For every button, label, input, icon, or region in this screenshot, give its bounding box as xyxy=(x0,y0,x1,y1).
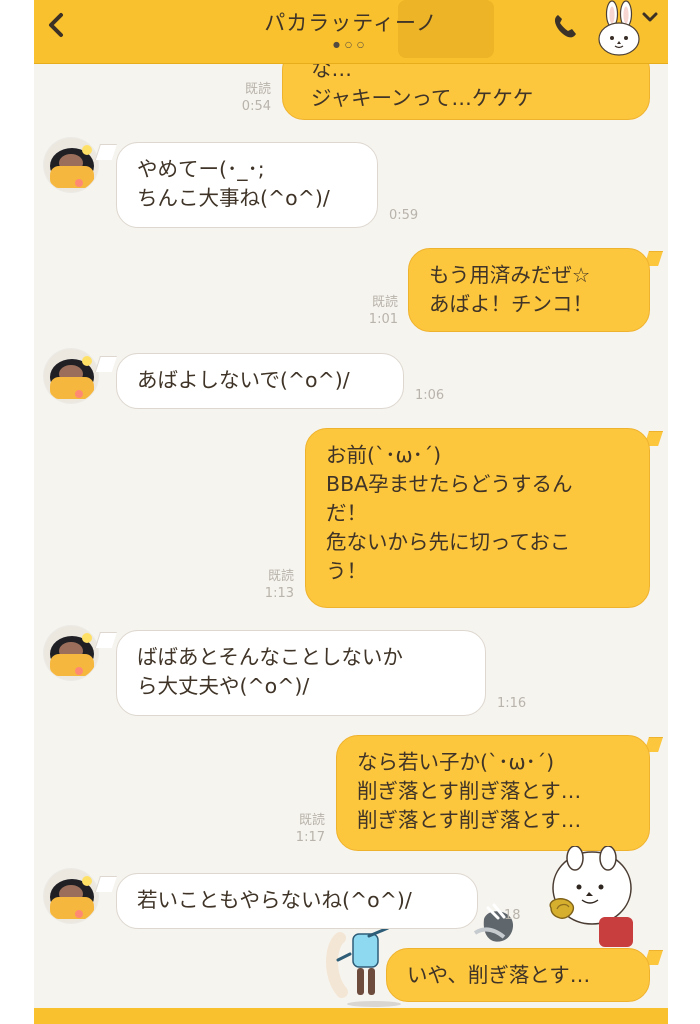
avatar-image xyxy=(44,869,98,923)
profile-avatar-button[interactable] xyxy=(594,0,644,58)
avatar-image xyxy=(44,138,98,192)
bubble-tail xyxy=(94,876,117,892)
message-line: いや、削ぎ落とす… xyxy=(407,963,591,987)
bubble-tail xyxy=(94,144,117,160)
menu-button[interactable] xyxy=(640,7,660,27)
message-time: 1:13 xyxy=(264,586,294,601)
read-status: 既読 xyxy=(371,295,398,310)
message-line: な… xyxy=(311,64,352,81)
message-time: 1:16 xyxy=(497,696,527,711)
outgoing-message: いや、削ぎ落とす… xyxy=(386,948,650,1002)
outgoing-message: な… ジャキーンって…ケケケ xyxy=(282,64,650,120)
message-line: なら若い子か(`･ω･´) xyxy=(357,750,555,774)
bubble-tail xyxy=(94,632,117,648)
chat-screen: パカラッティーノ ●○○ な… ジャキーンって…ケケケ 既読 0:54 やめてー… xyxy=(34,0,668,1024)
rabbit-avatar-icon xyxy=(598,0,640,56)
message-line: 若いこともやらないね(^o^)/ xyxy=(137,888,412,912)
message-line: だ！ xyxy=(326,501,367,525)
message-time: 1:01 xyxy=(368,312,398,327)
contact-avatar[interactable] xyxy=(44,138,98,192)
message-meta: 既読 1:01 xyxy=(362,294,398,328)
call-button[interactable] xyxy=(550,11,580,41)
message-time: 18 xyxy=(504,908,521,923)
bottom-bar xyxy=(34,1008,668,1024)
avatar-image xyxy=(44,349,98,403)
message-line: ばばあとそんなことしないか xyxy=(137,645,403,669)
message-line: お前(`･ω･´) xyxy=(326,443,442,467)
message-line: ら大丈夫や(^o^)/ xyxy=(137,674,310,698)
knife-sticker xyxy=(473,903,514,942)
incoming-message: やめてー(･_･; ちんこ大事ね(^o^)/ xyxy=(116,142,378,228)
page-indicator: ●○○ xyxy=(333,40,369,49)
phone-icon xyxy=(554,15,576,38)
incoming-message: あばよしないで(^o^)/ xyxy=(116,353,404,409)
message-time: 0:59 xyxy=(389,208,419,223)
message-time: 1:17 xyxy=(295,830,325,845)
outgoing-message: もう用済みだぜ☆ あばよ！チンコ！ xyxy=(408,248,650,332)
message-line: BBA孕ませたらどうするん xyxy=(326,472,573,496)
message-line: やめてー(･_･; xyxy=(137,157,265,181)
message-line: あばよ！チンコ！ xyxy=(429,292,593,316)
message-meta: 既読 0:54 xyxy=(235,81,271,115)
rabbit-sticker xyxy=(549,846,633,947)
message-line: う！ xyxy=(326,559,367,583)
read-status: 既読 xyxy=(244,82,271,97)
message-line: 危ないから先に切っておこ xyxy=(326,530,571,554)
outgoing-message: お前(`･ω･´) BBA孕ませたらどうするん だ！ 危ないから先に切っておこ … xyxy=(305,428,650,608)
message-meta: 既読 1:17 xyxy=(289,812,325,846)
incoming-message: 若いこともやらないね(^o^)/ xyxy=(116,873,478,929)
contact-avatar[interactable] xyxy=(44,349,98,403)
contact-avatar[interactable] xyxy=(44,626,98,680)
outgoing-message: なら若い子か(`･ω･´) 削ぎ落とす削ぎ落とす… 削ぎ落とす削ぎ落とす… xyxy=(336,735,650,851)
message-line: 削ぎ落とす削ぎ落とす… xyxy=(357,779,582,803)
read-status: 既読 xyxy=(298,813,325,828)
avatar-image xyxy=(44,626,98,680)
message-line: あばよしないで(^o^)/ xyxy=(137,368,350,392)
contact-avatar[interactable] xyxy=(44,869,98,923)
message-line: ちんこ大事ね(^o^)/ xyxy=(137,186,330,210)
read-status: 既読 xyxy=(267,569,294,584)
bubble-tail xyxy=(94,356,117,372)
message-list[interactable]: な… ジャキーンって…ケケケ 既読 0:54 やめてー(･_･; ちんこ大事ね(… xyxy=(34,64,668,1008)
incoming-message: ばばあとそんなことしないか ら大丈夫や(^o^)/ xyxy=(116,630,486,716)
chevron-down-icon xyxy=(642,12,658,22)
message-time: 0:54 xyxy=(241,99,271,114)
message-line: もう用済みだぜ☆ xyxy=(429,263,591,287)
message-time: 1:06 xyxy=(415,388,445,403)
message-line: ジャキーンって…ケケケ xyxy=(311,86,534,110)
message-meta: 既読 1:13 xyxy=(258,568,294,602)
chat-header: パカラッティーノ ●○○ xyxy=(34,0,668,64)
message-line: 削ぎ落とす削ぎ落とす… xyxy=(357,808,582,832)
